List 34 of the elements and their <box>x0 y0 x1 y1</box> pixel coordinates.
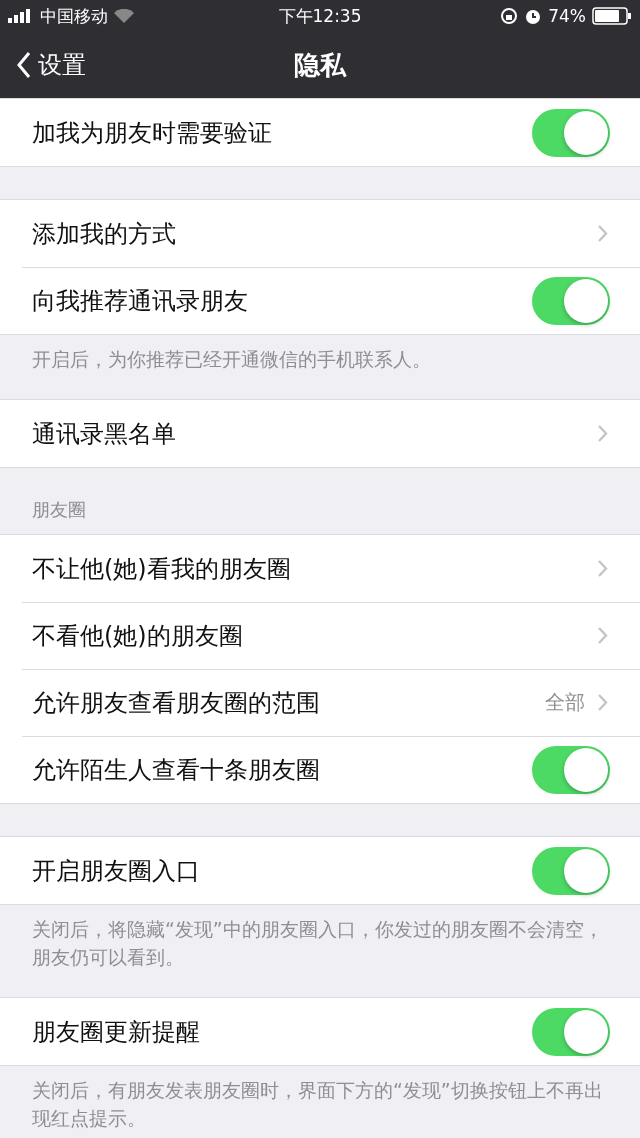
footer-note: 关闭后，有朋友发表朋友圈时，界面下方的“发现”切换按钮上不再出现红点提示。 <box>32 1079 603 1129</box>
chevron-right-icon <box>597 224 608 243</box>
setting-label[interactable]: 添加我的方式 <box>32 217 585 250</box>
toggle-switch[interactable] <box>532 846 610 895</box>
setting-label: 开启朋友圈入口 <box>32 855 201 887</box>
toggle-switch[interactable] <box>532 1007 610 1056</box>
chevron-right-icon <box>597 626 608 645</box>
setting-label[interactable]: 允许朋友查看朋友圈的范围 <box>32 686 533 719</box>
rotation-lock-icon <box>500 7 519 25</box>
toggle-switch[interactable] <box>532 745 610 794</box>
toggle-switch[interactable] <box>532 108 610 157</box>
chevron-right-icon <box>597 693 608 712</box>
battery-percent: 74% <box>548 6 586 26</box>
alarm-icon <box>524 7 543 25</box>
chevron-right-icon <box>597 559 608 578</box>
carrier: 中国移动 <box>40 4 108 28</box>
setting-label[interactable]: 不让他(她)看我的朋友圈 <box>32 552 585 585</box>
section-header: 朋友圈 <box>32 498 86 522</box>
battery-icon <box>592 7 632 25</box>
back-button[interactable]: 设置 <box>0 49 86 81</box>
chevron-left-icon <box>16 51 32 79</box>
chevron-right-icon <box>597 424 608 443</box>
footer-note: 关闭后，将隐藏“发现”中的朋友圈入口，你发过的朋友圈不会清空，朋友仍可以看到。 <box>32 918 603 968</box>
page-title: 隐私 <box>294 48 346 82</box>
wifi-icon <box>114 9 134 23</box>
setting-label[interactable]: 不看他(她)的朋友圈 <box>32 619 585 652</box>
toggle-switch[interactable] <box>532 276 610 325</box>
setting-label: 加我为朋友时需要验证 <box>32 117 273 149</box>
footer-note: 开启后，为你推荐已经开通微信的手机联系人。 <box>32 348 431 370</box>
setting-value: 全部 <box>545 689 585 716</box>
setting-label: 向我推荐通讯录朋友 <box>32 285 249 317</box>
clock: 下午12:35 <box>278 4 362 28</box>
setting-label: 朋友圈更新提醒 <box>32 1016 201 1048</box>
setting-label: 允许陌生人查看十条朋友圈 <box>32 754 321 786</box>
